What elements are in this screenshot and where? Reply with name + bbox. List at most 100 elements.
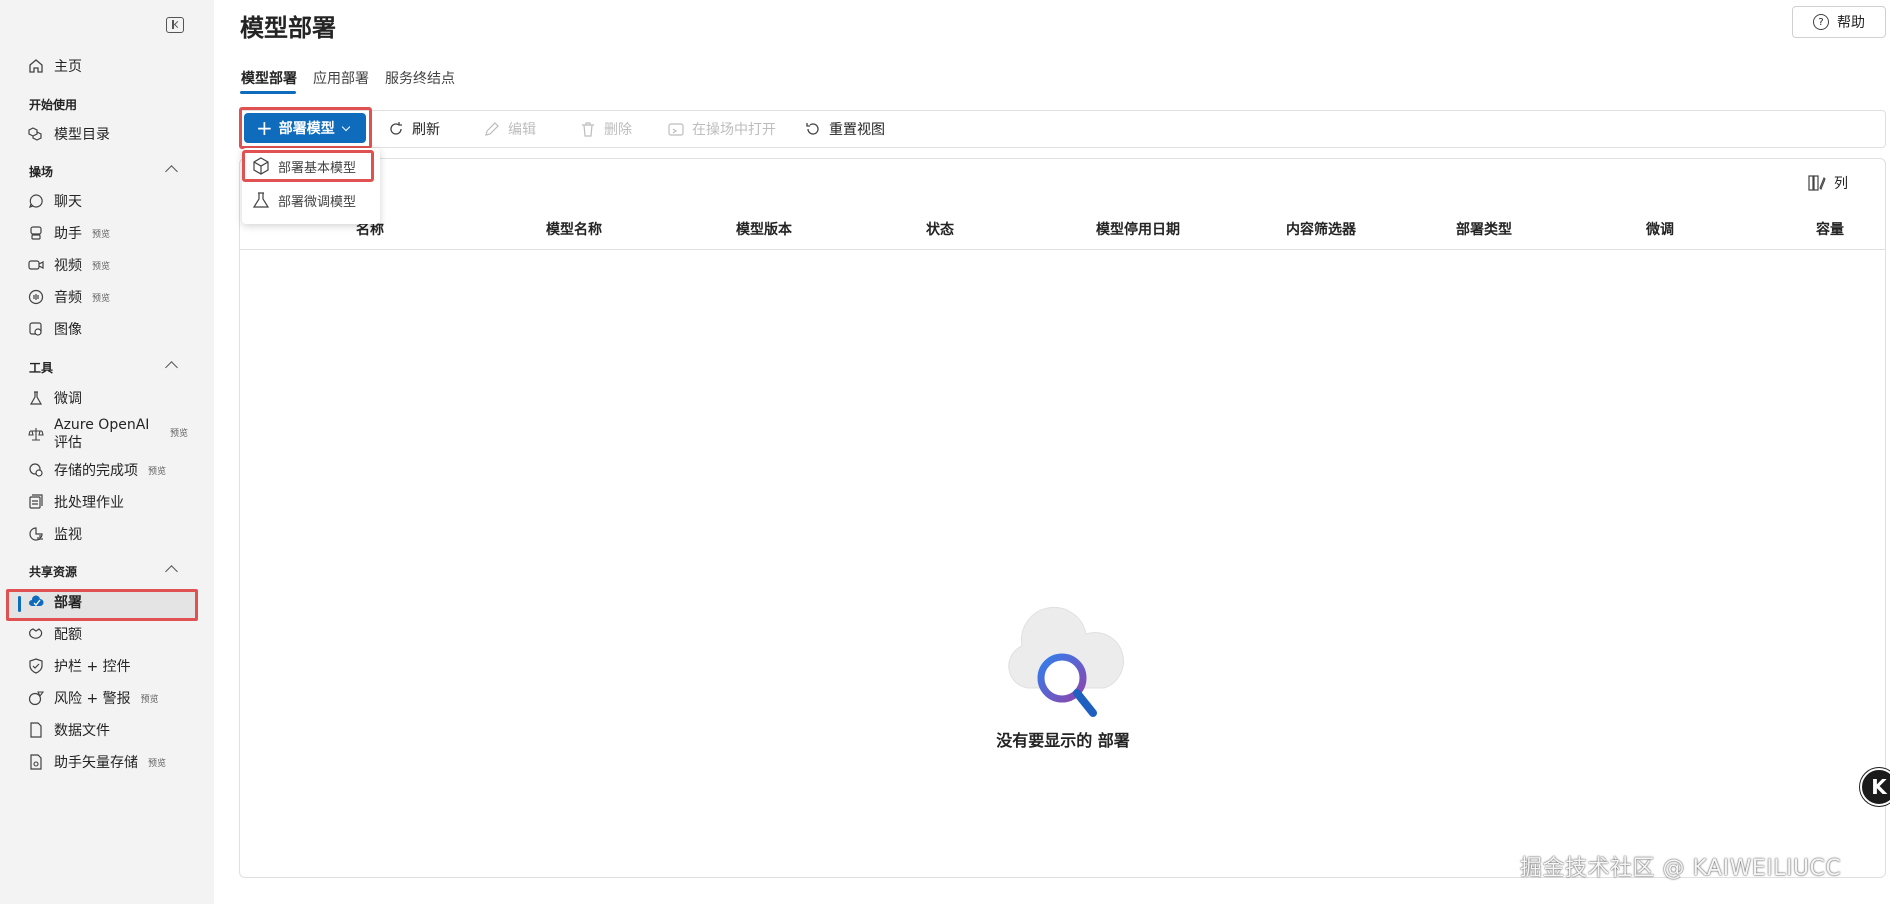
sidebar-item-deployments[interactable]: 部署 xyxy=(28,588,82,616)
columns-button[interactable]: 列 xyxy=(1808,173,1848,193)
menu-item-deploy-base-model[interactable]: 部署基本模型 xyxy=(252,152,356,180)
preview-badge: 预览 xyxy=(92,293,111,304)
open-in-playground-label: 在操场中打开 xyxy=(692,122,776,138)
playground-icon xyxy=(668,121,684,137)
sidebar-item-label: 批处理作业 xyxy=(54,495,124,511)
vector-store-icon xyxy=(28,754,44,770)
menu-item-label: 部署微调模型 xyxy=(278,194,357,210)
sidebar-item-label: 护栏 + 控件 xyxy=(54,659,131,675)
menu-item-label: 部署基本模型 xyxy=(278,160,357,176)
refresh-icon xyxy=(388,121,404,137)
section-tools: 工具 xyxy=(29,361,54,375)
sidebar-item-eval[interactable]: Azure OpenAI 评估 预览 xyxy=(28,414,198,454)
tab-model-deployments[interactable]: 模型部署 xyxy=(241,68,297,88)
flask-icon xyxy=(252,191,270,209)
refresh-label: 刷新 xyxy=(412,122,440,138)
sidebar-item-batch[interactable]: 批处理作业 xyxy=(28,488,124,516)
active-indicator xyxy=(18,596,21,612)
tab-app-deployments[interactable]: 应用部署 xyxy=(313,68,369,88)
sidebar-item-label: 模型目录 xyxy=(54,127,110,143)
menu-item-deploy-finetuned-model[interactable]: 部署微调模型 xyxy=(252,186,356,214)
chevron-up-icon[interactable] xyxy=(165,361,178,374)
collapse-sidebar-icon[interactable] xyxy=(166,17,184,33)
sidebar-item-home[interactable]: 主页 xyxy=(28,52,82,80)
sidebar-item-chat[interactable]: 聊天 xyxy=(28,187,82,215)
sidebar-item-label: 微调 xyxy=(54,391,82,407)
section-get-started: 开始使用 xyxy=(29,98,78,112)
reset-view-button[interactable]: 重置视图 xyxy=(805,117,885,141)
deploy-model-button[interactable]: + 部署模型 xyxy=(244,113,366,143)
sidebar-item-images[interactable]: 图像 xyxy=(28,315,82,343)
column-header-deployment-type[interactable]: 部署类型 xyxy=(1456,219,1512,239)
grid-header-row xyxy=(240,214,1885,250)
cloud-deploy-icon xyxy=(28,594,44,610)
deploy-model-label: 部署模型 xyxy=(278,121,335,137)
risk-alert-icon xyxy=(28,690,44,706)
tab-underline xyxy=(240,91,296,94)
help-button[interactable]: ? 帮助 xyxy=(1792,6,1886,38)
flask-icon xyxy=(28,390,44,406)
watermark: 掘金技术社区 @ KAIWEILIUCC xyxy=(1520,856,1842,881)
document-icon xyxy=(28,722,44,738)
sidebar-item-label: 存储的完成项 xyxy=(54,463,138,479)
video-icon xyxy=(28,257,44,273)
open-in-playground-button[interactable]: 在操场中打开 xyxy=(668,117,776,141)
sidebar-item-label: 图像 xyxy=(54,322,82,338)
sidebar-item-quota[interactable]: 配额 xyxy=(28,620,82,648)
monitor-icon xyxy=(28,526,44,542)
sidebar-item-monitor[interactable]: 监视 xyxy=(28,520,82,548)
image-icon xyxy=(28,321,44,337)
sidebar-item-label: 数据文件 xyxy=(54,723,110,739)
empty-state-text: 没有要显示的 部署 xyxy=(996,731,1130,750)
refresh-button[interactable]: 刷新 xyxy=(388,117,440,141)
column-header-status[interactable]: 状态 xyxy=(926,219,954,239)
column-header-model-name[interactable]: 模型名称 xyxy=(546,219,602,239)
chevron-down-icon xyxy=(341,122,351,131)
column-header-capacity[interactable]: 容量 xyxy=(1816,219,1844,239)
preview-badge: 预览 xyxy=(92,261,111,272)
sidebar-item-label: 助手 xyxy=(54,226,82,242)
deployments-grid xyxy=(239,158,1886,878)
section-playground: 操场 xyxy=(29,165,54,179)
column-header-model-version[interactable]: 模型版本 xyxy=(736,219,792,239)
tab-service-endpoints[interactable]: 服务终结点 xyxy=(385,68,455,88)
sidebar-item-label: 风险 + 警报 xyxy=(54,691,131,707)
sidebar-item-audio[interactable]: 音频 预览 xyxy=(28,283,110,311)
sidebar-item-label: 音频 xyxy=(54,290,82,306)
sidebar-item-stored-completions[interactable]: 存储的完成项 预览 xyxy=(28,456,166,484)
sidebar-item-label: 视频 xyxy=(54,258,82,274)
home-icon xyxy=(28,58,44,74)
column-header-content-filter[interactable]: 内容筛选器 xyxy=(1286,219,1356,239)
trash-icon xyxy=(580,121,596,137)
chat-icon xyxy=(28,193,44,209)
stored-completions-icon xyxy=(28,462,44,478)
scales-icon xyxy=(28,426,44,442)
sidebar-item-finetune[interactable]: 微调 xyxy=(28,384,82,412)
sidebar-item-label: 主页 xyxy=(54,59,82,75)
edit-label: 编辑 xyxy=(508,122,536,138)
cube-icon xyxy=(252,157,270,175)
preview-badge: 预览 xyxy=(170,429,189,439)
chevron-up-icon[interactable] xyxy=(165,165,178,178)
sidebar-item-label: 部署 xyxy=(54,595,82,611)
chevron-up-icon[interactable] xyxy=(165,565,178,578)
edit-button[interactable]: 编辑 xyxy=(484,117,536,141)
delete-button[interactable]: 删除 xyxy=(580,117,632,141)
sidebar-item-vector-stores[interactable]: 助手矢量存储 预览 xyxy=(28,748,166,776)
sidebar-item-video[interactable]: 视频 预览 xyxy=(28,251,110,279)
sidebar-item-data-files[interactable]: 数据文件 xyxy=(28,716,110,744)
column-header-finetune[interactable]: 微调 xyxy=(1646,219,1674,239)
sidebar-item-risk[interactable]: 风险 + 警报 预览 xyxy=(28,684,159,712)
preview-badge: 预览 xyxy=(92,229,111,240)
column-header-retirement-date[interactable]: 模型停用日期 xyxy=(1096,219,1180,239)
reset-view-label: 重置视图 xyxy=(829,122,885,138)
sidebar-item-label: 监视 xyxy=(54,527,82,543)
sidebar-item-label: Azure OpenAI 评估 xyxy=(54,417,150,451)
sidebar-item-label: 配额 xyxy=(54,627,82,643)
columns-label: 列 xyxy=(1834,176,1848,192)
sidebar-item-assistants[interactable]: 助手 预览 xyxy=(28,219,110,247)
undo-icon xyxy=(805,121,821,137)
sidebar-item-guardrails[interactable]: 护栏 + 控件 xyxy=(28,652,131,680)
floating-k-button[interactable]: K xyxy=(1860,768,1890,806)
sidebar-item-model-catalog[interactable]: 模型目录 xyxy=(28,120,110,148)
